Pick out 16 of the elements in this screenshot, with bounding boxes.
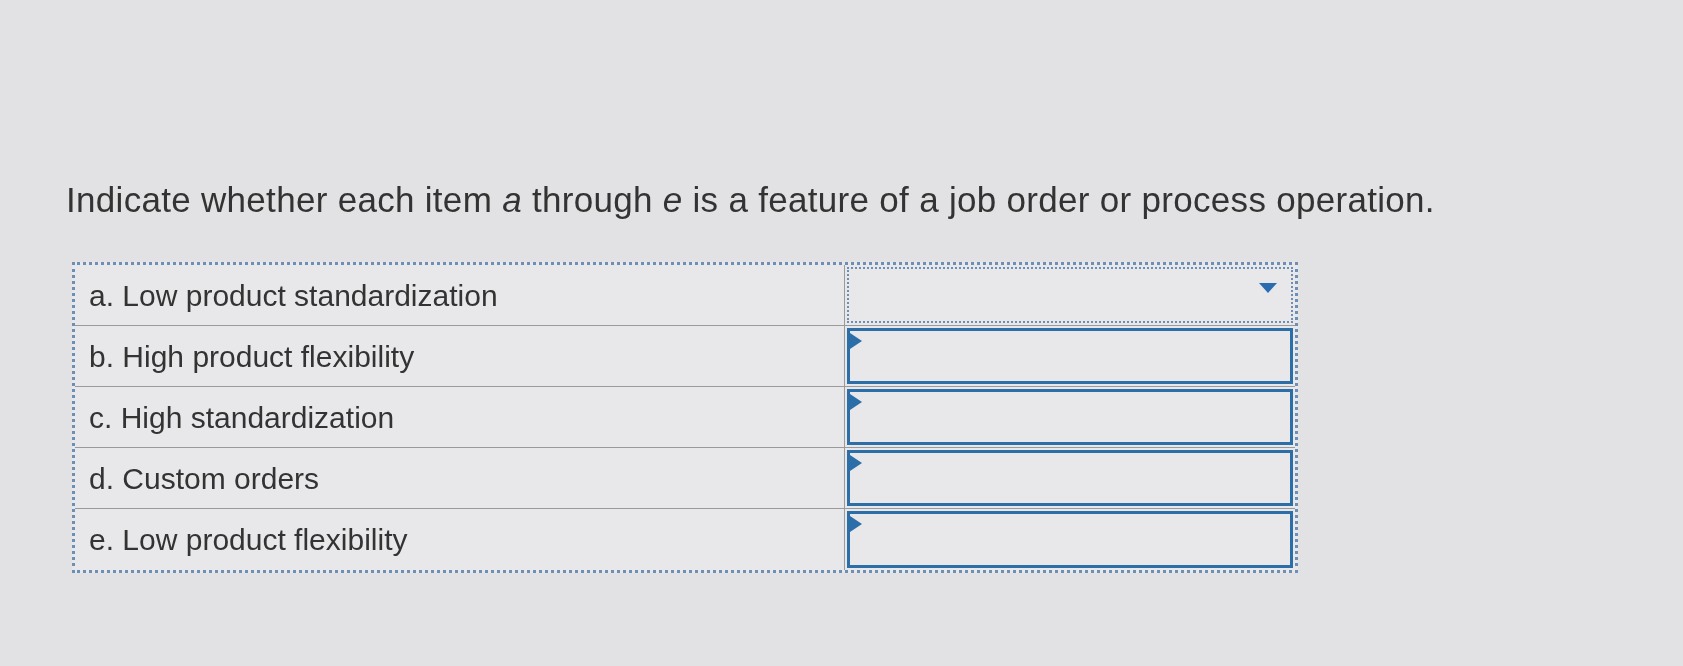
dropdown-field[interactable] <box>847 328 1293 384</box>
triangle-marker-icon <box>850 394 862 410</box>
triangle-marker-icon <box>850 333 862 349</box>
dropdown-field[interactable] <box>847 389 1293 445</box>
triangle-marker-icon <box>850 516 862 532</box>
dropdown-field[interactable] <box>847 267 1293 323</box>
dropdown-field[interactable] <box>847 450 1293 506</box>
table-cell: d. Custom orders <box>75 448 845 508</box>
question-text: Indicate whether each item a through e is a feature of a job order or process operation. <box>66 179 1436 221</box>
table-cell: a. Low product standardization <box>75 265 845 325</box>
table-cell: e. Low product flexibility <box>75 509 845 570</box>
triangle-marker-icon <box>850 455 862 471</box>
caret-icon <box>1259 283 1277 293</box>
table-cell: c. High standardization <box>75 387 845 447</box>
dropdown-field[interactable] <box>847 511 1293 568</box>
table-cell: b. High product flexibility <box>75 326 845 386</box>
